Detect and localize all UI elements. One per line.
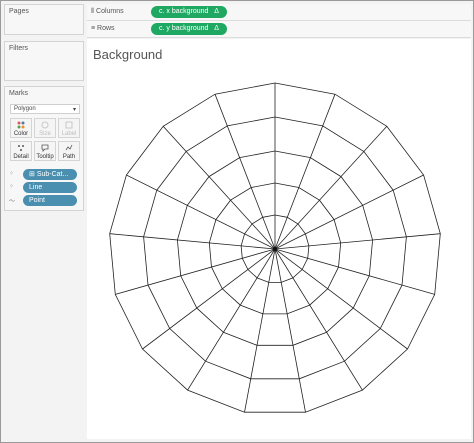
path-label: Path xyxy=(62,154,76,160)
grid-spoke xyxy=(109,233,276,250)
rows-shelf-label: ≡ Rows xyxy=(91,25,115,32)
detail-button[interactable]: Detail xyxy=(10,141,32,161)
marks-card: Marks Polygon ▾ Color Size Label Detail … xyxy=(4,86,84,211)
path-icon: 〜 xyxy=(9,199,16,205)
sub-category-pill-label: Sub-Cat... xyxy=(36,171,69,178)
chevron-down-icon: ▾ xyxy=(72,107,76,113)
workspace-frame: Pages Filters Marks Polygon ▾ Color Size… xyxy=(0,0,474,443)
rows-pill-label: c. y background xyxy=(159,25,209,32)
grid-spoke xyxy=(142,248,276,350)
detail-label: Detail xyxy=(13,154,29,160)
center-point xyxy=(273,247,277,251)
columns-pill-label: c. x background xyxy=(159,8,209,15)
columns-pill[interactable]: c. x background Δ xyxy=(151,6,227,18)
grid-spoke xyxy=(274,174,424,250)
plus-icon: ⊞ xyxy=(29,171,37,178)
rows-shelf[interactable]: ≡ Rows c. y background Δ xyxy=(87,21,471,38)
filters-title: Filters xyxy=(9,45,29,52)
path-button[interactable]: Path xyxy=(58,141,80,161)
mark-type-value: Polygon xyxy=(14,106,36,112)
color-icon xyxy=(11,121,31,131)
point-pill[interactable]: Point xyxy=(23,195,77,206)
grid-spoke xyxy=(274,233,441,250)
rows-label-text: Rows xyxy=(97,25,115,32)
tooltip-label: Tooltip xyxy=(36,154,54,160)
view-canvas[interactable]: Background xyxy=(87,39,471,439)
path-icon xyxy=(59,144,79,154)
detail-icon: ⁘ xyxy=(9,171,15,177)
rows-pill[interactable]: c. y background Δ xyxy=(151,23,227,35)
delta-icon: Δ xyxy=(214,8,219,15)
size-label: Size xyxy=(39,131,51,137)
tooltip-button[interactable]: Tooltip xyxy=(34,141,56,161)
tooltip-icon xyxy=(35,144,55,154)
left-panels: Pages Filters Marks Polygon ▾ Color Size… xyxy=(4,4,84,439)
label-label: Label xyxy=(61,131,77,137)
size-icon xyxy=(35,121,55,131)
pages-card[interactable]: Pages xyxy=(4,4,84,35)
columns-label-text: Columns xyxy=(96,8,124,15)
color-button[interactable]: Color xyxy=(10,118,32,138)
pages-title: Pages xyxy=(9,8,29,15)
label-button[interactable]: Label xyxy=(58,118,80,138)
grid-spoke xyxy=(274,94,336,250)
columns-shelf[interactable]: ⦀ Columns c. x background Δ xyxy=(87,4,471,21)
detail-icon: ⁘ xyxy=(9,184,15,190)
filters-card[interactable]: Filters xyxy=(4,41,84,81)
marks-title: Marks xyxy=(9,90,29,97)
columns-shelf-label: ⦀ Columns xyxy=(91,8,124,16)
size-button[interactable]: Size xyxy=(34,118,56,138)
radar-background xyxy=(109,82,441,413)
sub-category-pill[interactable]: ⊞ Sub-Cat... xyxy=(23,169,77,180)
detail-icon xyxy=(11,144,31,154)
grid-spoke xyxy=(274,248,408,350)
grid-spoke xyxy=(126,174,276,250)
line-pill[interactable]: Line xyxy=(23,182,77,193)
label-icon xyxy=(59,121,79,131)
delta-icon: Δ xyxy=(214,25,219,32)
color-label: Color xyxy=(13,131,29,137)
grid-spoke xyxy=(214,94,276,250)
mark-type-dropdown[interactable]: Polygon ▾ xyxy=(10,104,80,114)
